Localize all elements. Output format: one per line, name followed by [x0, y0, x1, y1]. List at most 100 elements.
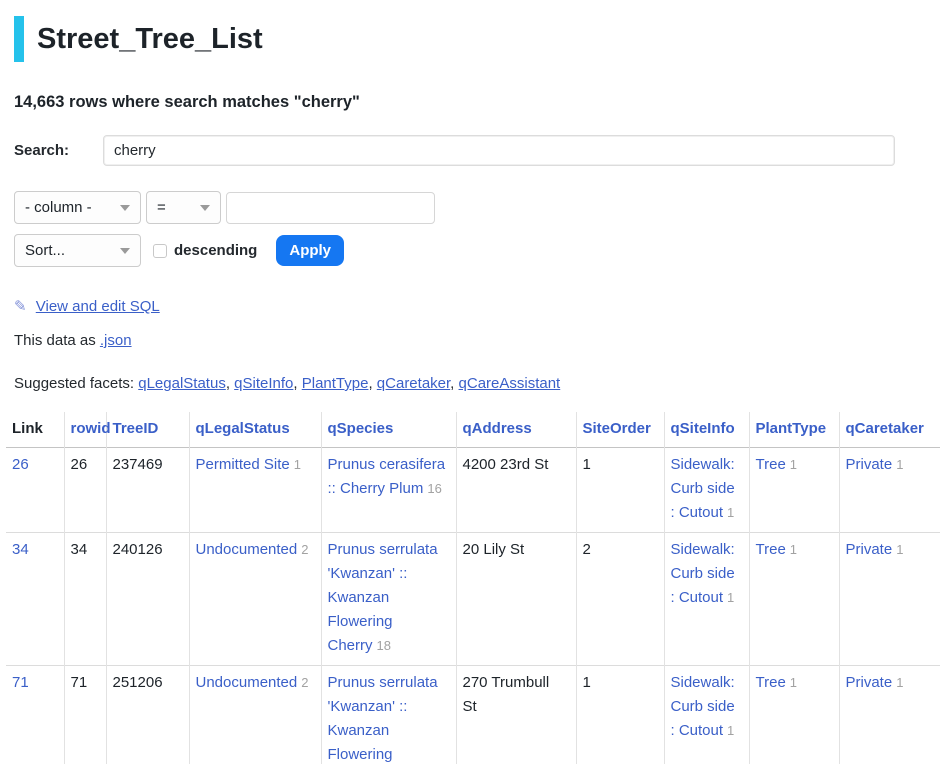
column-header-qlegalstatus: qLegalStatus	[189, 412, 321, 448]
row-count-summary: 14,663 rows where search matches "cherry…	[14, 93, 940, 112]
pencil-icon: ✎	[14, 298, 27, 315]
facet-value-link[interactable]: Sidewalk: Curb side : Cutout	[671, 456, 735, 521]
facet-count: 1	[790, 457, 797, 472]
sort-select[interactable]: Sort...	[14, 234, 141, 267]
table-row: 3434240126Undocumented2Prunus serrulata …	[6, 533, 940, 666]
sql-row: ✎ View and edit SQL	[14, 297, 940, 315]
facet-value-link[interactable]: Prunus serrulata 'Kwanzan' :: Kwanzan Fl…	[328, 674, 438, 764]
facet-count: 1	[896, 675, 903, 690]
page-title: Street_Tree_List	[37, 23, 263, 56]
facet-count: 1	[727, 723, 734, 738]
facet-link-planttype[interactable]: PlantType	[302, 375, 369, 392]
cell-legal: Undocumented2	[189, 533, 321, 666]
facet-value-link[interactable]: Private	[846, 456, 893, 473]
cell-siteinfo: Sidewalk: Curb side : Cutout1	[664, 533, 749, 666]
json-link[interactable]: .json	[100, 332, 132, 349]
cell-planttype: Tree 1	[749, 448, 839, 533]
sort-column-link-qaddress[interactable]: qAddress	[463, 420, 532, 437]
table-row: 2626237469Permitted Site1Prunus cerasife…	[6, 448, 940, 533]
cell-link: 26	[6, 448, 64, 533]
cell-address: 20 Lily St	[456, 533, 576, 666]
facet-count: 1	[727, 590, 734, 605]
facet-value-link[interactable]: Private	[846, 541, 893, 558]
cell-species: Prunus serrulata 'Kwanzan' :: Kwanzan Fl…	[321, 533, 456, 666]
facet-count: 1	[896, 457, 903, 472]
cell-treeid: 237469	[106, 448, 189, 533]
cell-siteinfo: Sidewalk: Curb side : Cutout1	[664, 666, 749, 764]
results-table: LinkrowidTreeIDqLegalStatusqSpeciesqAddr…	[6, 412, 940, 764]
sort-column-link-qcaretaker[interactable]: qCaretaker	[846, 420, 924, 437]
column-select[interactable]: - column -	[14, 191, 141, 224]
descending-checkbox[interactable]	[153, 244, 167, 258]
data-as-label: This data as	[14, 332, 100, 349]
cell-address: 4200 23rd St	[456, 448, 576, 533]
suggested-facets-label: Suggested facets:	[14, 375, 138, 392]
facet-count: 18	[377, 638, 391, 653]
sort-column-link-siteorder[interactable]: SiteOrder	[583, 420, 651, 437]
column-header-treeid: TreeID	[106, 412, 189, 448]
column-header-qsiteinfo: qSiteInfo	[664, 412, 749, 448]
cell-treeid: 240126	[106, 533, 189, 666]
sort-column-link-qlegalstatus[interactable]: qLegalStatus	[196, 420, 290, 437]
cell-planttype: Tree 1	[749, 533, 839, 666]
row-link[interactable]: 34	[12, 541, 29, 558]
cell-address: 270 Trumbull St	[456, 666, 576, 764]
column-header-qspecies: qSpecies	[321, 412, 456, 448]
filter-row: - column - =	[14, 191, 940, 224]
column-header-link: Link	[6, 412, 64, 448]
facet-link-qsiteinfo[interactable]: qSiteInfo	[234, 375, 293, 392]
cell-treeid: 251206	[106, 666, 189, 764]
cell-caretaker: Private1	[839, 666, 940, 764]
facet-link-qcaretaker[interactable]: qCaretaker	[377, 375, 450, 392]
facet-count: 1	[790, 542, 797, 557]
filter-value-input[interactable]	[226, 192, 435, 224]
header-row: LinkrowidTreeIDqLegalStatusqSpeciesqAddr…	[6, 412, 940, 448]
title-row: Street_Tree_List	[14, 16, 940, 62]
facet-value-link[interactable]: Permitted Site	[196, 456, 290, 473]
apply-button[interactable]: Apply	[276, 235, 344, 266]
row-link[interactable]: 71	[12, 674, 29, 691]
sort-column-link-rowid[interactable]: rowid	[71, 420, 111, 437]
view-edit-sql-link[interactable]: View and edit SQL	[36, 298, 160, 315]
column-header-planttype: PlantType	[749, 412, 839, 448]
sort-column-link-planttype[interactable]: PlantType	[756, 420, 827, 437]
column-header-siteorder: SiteOrder	[576, 412, 664, 448]
facet-count: 16	[427, 481, 441, 496]
descending-label: descending	[174, 242, 257, 259]
sort-row: Sort... descending Apply	[14, 234, 940, 267]
column-header-rowid: rowid	[64, 412, 106, 448]
facet-value-link[interactable]: Sidewalk: Curb side : Cutout	[671, 674, 735, 739]
facet-count: 1	[727, 505, 734, 520]
facet-value-link[interactable]: Undocumented	[196, 541, 298, 558]
facet-value-link[interactable]: Tree	[756, 541, 786, 558]
sort-column-link-qspecies[interactable]: qSpecies	[328, 420, 394, 437]
facet-link-qlegalstatus[interactable]: qLegalStatus	[138, 375, 226, 392]
facet-value-link[interactable]: Tree	[756, 456, 786, 473]
chevron-down-icon	[120, 205, 130, 211]
row-link[interactable]: 26	[12, 456, 29, 473]
facet-value-link[interactable]: Tree	[756, 674, 786, 691]
cell-species: Prunus cerasifera :: Cherry Plum16	[321, 448, 456, 533]
cell-legal: Undocumented2	[189, 666, 321, 764]
chevron-down-icon	[200, 205, 210, 211]
facet-value-link[interactable]: Sidewalk: Curb side : Cutout	[671, 541, 735, 606]
column-header-qcaretaker: qCaretaker	[839, 412, 940, 448]
search-input[interactable]	[103, 135, 895, 166]
facet-link-qcareassistant[interactable]: qCareAssistant	[459, 375, 561, 392]
cell-species: Prunus serrulata 'Kwanzan' :: Kwanzan Fl…	[321, 666, 456, 764]
cell-rowid: 26	[64, 448, 106, 533]
search-label: Search:	[14, 142, 103, 159]
operator-select-value: =	[157, 199, 166, 216]
cell-caretaker: Private1	[839, 448, 940, 533]
cell-siteorder: 2	[576, 533, 664, 666]
column-header-qaddress: qAddress	[456, 412, 576, 448]
sort-column-link-qsiteinfo[interactable]: qSiteInfo	[671, 420, 735, 437]
cell-rowid: 71	[64, 666, 106, 764]
sort-column-link-treeid[interactable]: TreeID	[113, 420, 159, 437]
page: Street_Tree_List 14,663 rows where searc…	[0, 0, 940, 764]
facet-value-link[interactable]: Private	[846, 674, 893, 691]
operator-select[interactable]: =	[146, 191, 221, 224]
facet-value-link[interactable]: Undocumented	[196, 674, 298, 691]
data-export-row: This data as .json	[14, 332, 940, 349]
cell-siteorder: 1	[576, 666, 664, 764]
